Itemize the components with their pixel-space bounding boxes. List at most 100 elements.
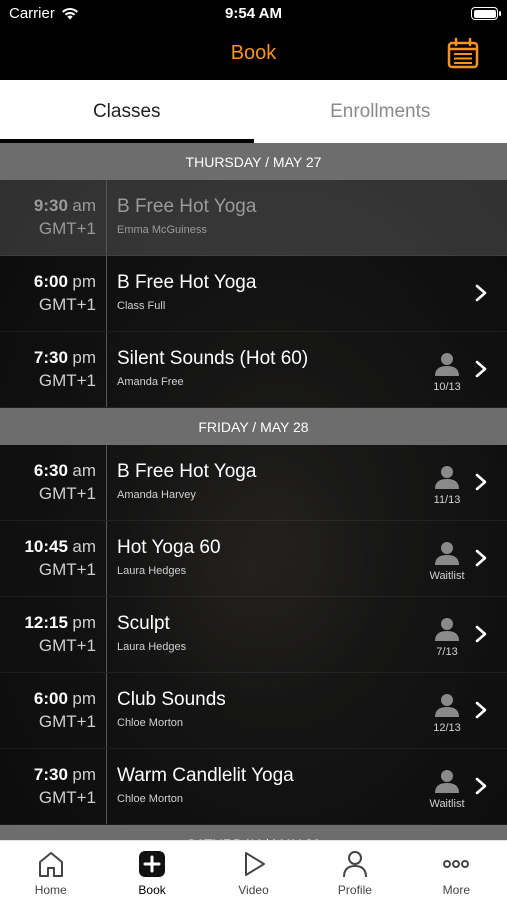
class-subtitle: Emma McGuiness [117, 224, 207, 236]
class-time-value: 9:30 [33, 196, 68, 215]
bottom-tab-bar: Home Book Video Profile More [0, 840, 507, 900]
class-time-ampm: pm [72, 348, 96, 367]
class-time-value: 10:45 [24, 537, 68, 556]
class-row[interactable]: 12:15 pm GMT+1 Sculpt Laura Hedges 7/13 [0, 597, 507, 673]
nav-bar: Book [0, 30, 507, 80]
status-bar: Carrier 9:54 AM [0, 0, 507, 30]
tab-bar-more[interactable]: More [406, 841, 507, 900]
class-time-value: 7:30 [33, 348, 68, 367]
person-icon [435, 770, 459, 793]
home-icon [38, 852, 63, 877]
class-timezone: GMT+1 [38, 712, 96, 731]
class-time: 12:15 pm GMT+1 [0, 597, 107, 672]
tab-bar-book[interactable]: Book [101, 841, 202, 900]
more-icon [443, 860, 470, 868]
class-row[interactable]: 7:30 pm GMT+1 Warm Candlelit Yoga Chloe Mor… [0, 749, 507, 825]
play-icon [244, 852, 265, 876]
class-time: 7:30 pm GMT+1 [0, 749, 107, 824]
chevron-right-icon [475, 360, 487, 378]
tab-bar-book-label: Book [138, 883, 166, 897]
class-time-value: 12:15 [24, 613, 68, 632]
tab-bar-home-label: Home [34, 883, 67, 897]
tab-bar-profile[interactable]: Profile [304, 841, 405, 900]
day-header: SATURDAY / MAY 29 [0, 825, 507, 840]
class-name: B Free Hot Yoga [117, 272, 257, 293]
class-time-value: 7:30 [33, 765, 68, 784]
list-content: THURSDAY / MAY 27 9:30 am GMT+1 B Free Hot … [0, 143, 507, 840]
tab-classes[interactable]: Classes [0, 80, 254, 143]
class-name: B Free Hot Yoga [117, 196, 257, 217]
spots-text: Waitlist [429, 798, 465, 810]
class-row[interactable]: 6:30 am GMT+1 B Free Hot Yoga Amanda Harvey… [0, 445, 507, 521]
class-row[interactable]: 6:00 pm GMT+1 B Free Hot Yoga Class Full [0, 256, 507, 332]
clock: 9:54 AM [225, 5, 282, 22]
class-timezone: GMT+1 [38, 788, 96, 807]
class-time-value: 6:00 [33, 272, 68, 291]
class-row[interactable]: 7:30 pm GMT+1 Silent Sounds (Hot 60) Amanda… [0, 332, 507, 408]
chevron-right-icon [475, 625, 487, 643]
person-icon [435, 542, 459, 565]
person-icon [435, 618, 459, 641]
person-icon [435, 466, 459, 489]
class-time: 10:45 am GMT+1 [0, 521, 107, 596]
spots-text: 12/13 [433, 722, 461, 734]
class-time-ampm: pm [72, 613, 96, 632]
chevron-right-icon [475, 777, 487, 795]
tab-bar-home[interactable]: Home [0, 841, 101, 900]
class-time-ampm: pm [72, 272, 96, 291]
page-title: Book [230, 42, 277, 64]
class-timezone: GMT+1 [38, 219, 96, 238]
spots-indicator: 10/13 [427, 352, 467, 393]
class-timezone: GMT+1 [38, 371, 96, 390]
class-time-ampm: am [72, 461, 96, 480]
tab-bar-video-label: Video [238, 883, 269, 897]
tab-bar-video[interactable]: Video [203, 841, 304, 900]
class-info: B Free Hot Yoga Emma McGuiness [107, 180, 507, 255]
tab-bar-profile-label: Profile [337, 883, 372, 897]
chevron-right-icon [475, 549, 487, 567]
spots-indicator: Waitlist [427, 541, 467, 582]
day-header: FRIDAY / MAY 28 [0, 408, 507, 445]
day-header: THURSDAY / MAY 27 [0, 143, 507, 180]
spots-text: 11/13 [433, 494, 461, 506]
class-row[interactable]: 6:00 pm GMT+1 Club Sounds Chloe Morton 12/13 [0, 673, 507, 749]
class-timezone: GMT+1 [38, 484, 96, 503]
class-time: 6:00 pm GMT+1 [0, 256, 107, 331]
class-time: 9:30 am GMT+1 [0, 180, 107, 255]
tab-bar-more-label: More [442, 883, 470, 897]
spots-text: Waitlist [429, 570, 465, 582]
chevron-right-icon [475, 473, 487, 491]
class-timezone: GMT+1 [38, 636, 96, 655]
class-row[interactable]: 10:45 am GMT+1 Hot Yoga 60 Laura Hedges Wait… [0, 521, 507, 597]
spots-indicator: 11/13 [427, 465, 467, 506]
tab-enrollments[interactable]: Enrollments [254, 80, 507, 143]
profile-icon [342, 851, 367, 878]
person-icon [435, 353, 459, 376]
spots-text: 7/13 [436, 646, 458, 658]
class-timezone: GMT+1 [38, 295, 96, 314]
class-list[interactable]: THURSDAY / MAY 27 9:30 am GMT+1 B Free Hot … [0, 143, 507, 840]
class-time: 6:00 pm GMT+1 [0, 673, 107, 748]
class-time-ampm: am [72, 537, 96, 556]
class-info: B Free Hot Yoga Class Full [107, 256, 507, 331]
spots-indicator: Waitlist [427, 769, 467, 810]
spots-indicator: 7/13 [427, 617, 467, 658]
person-icon [435, 694, 459, 717]
battery-icon [471, 7, 501, 20]
segment-tabs: Classes Enrollments [0, 80, 507, 143]
class-subtitle: Class Full [117, 300, 166, 312]
calendar-icon[interactable] [447, 37, 479, 69]
class-timezone: GMT+1 [38, 560, 96, 579]
class-time-ampm: pm [72, 689, 96, 708]
class-time-ampm: pm [72, 765, 96, 784]
spots-indicator: 12/13 [427, 693, 467, 734]
book-plus-icon [139, 851, 166, 877]
chevron-right-icon [475, 701, 487, 719]
class-time: 6:30 am GMT+1 [0, 445, 107, 520]
class-time-value: 6:30 [33, 461, 68, 480]
spots-text: 10/13 [433, 381, 461, 393]
class-time-value: 6:00 [33, 689, 68, 708]
class-time: 7:30 pm GMT+1 [0, 332, 107, 407]
class-time-ampm: am [72, 196, 96, 215]
class-row[interactable]: 9:30 am GMT+1 B Free Hot Yoga Emma McGuines… [0, 180, 507, 256]
